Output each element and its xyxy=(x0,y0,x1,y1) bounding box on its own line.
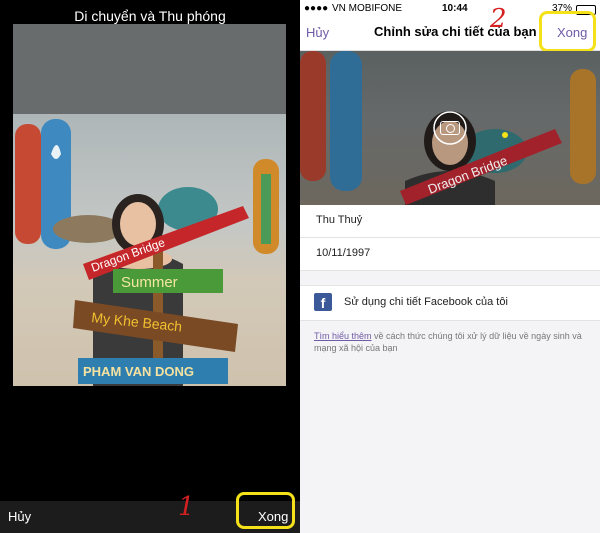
profile-photo[interactable]: Dragon Bridge xyxy=(300,51,600,205)
highlight-box xyxy=(539,11,596,52)
learn-more-link[interactable]: Tìm hiểu thêm xyxy=(314,331,372,341)
step-marker: 2 xyxy=(490,4,507,34)
name-field[interactable]: Thu Thuỷ xyxy=(300,205,600,238)
move-and-scale-screen: Di chuyển và Thu phóng Dragon Bridge Sum… xyxy=(0,0,300,533)
camera-icon[interactable] xyxy=(440,121,460,135)
crop-photo[interactable]: Dragon Bridge Summer My Khe Beach PHAM V… xyxy=(13,114,286,386)
step-marker: 1 xyxy=(178,492,195,522)
carrier-name: VN MOBIFONE xyxy=(332,3,403,14)
facebook-details-label: Sử dụng chi tiết Facebook của tôi xyxy=(344,296,508,308)
focus-dot xyxy=(502,132,508,138)
edit-details-screen: ●●●● VN MOBIFONE 10:44 37% Hủy Chỉnh sửa… xyxy=(300,0,600,533)
surfboard-pattern xyxy=(261,174,271,244)
cancel-button[interactable]: Hủy xyxy=(8,509,31,524)
data-info-text: Tìm hiểu thêm về cách thức chúng tôi xử … xyxy=(314,330,584,354)
photo-illustration: Dragon Bridge Summer My Khe Beach PHAM V… xyxy=(15,119,279,386)
surfboard xyxy=(15,124,41,244)
sign-text: Summer xyxy=(121,274,178,291)
sign-text: PHAM VAN DONG xyxy=(83,364,194,379)
page-title: Chỉnh sửa chi tiết của bạn xyxy=(374,24,537,39)
surfboard xyxy=(300,51,326,181)
screen-title: Di chuyển và Thu phóng xyxy=(74,8,226,24)
highlight-box xyxy=(236,492,295,529)
surfboard xyxy=(330,51,362,191)
crop-dimmed-area-top xyxy=(13,24,286,114)
cancel-button[interactable]: Hủy xyxy=(306,25,329,40)
birthday-field[interactable]: 10/11/1997 xyxy=(300,238,600,271)
surfboard xyxy=(570,69,596,184)
clock: 10:44 xyxy=(442,3,468,14)
camera-lens xyxy=(446,124,455,133)
signal-icon: ●●●● xyxy=(304,3,329,14)
facebook-icon: f xyxy=(314,293,332,311)
